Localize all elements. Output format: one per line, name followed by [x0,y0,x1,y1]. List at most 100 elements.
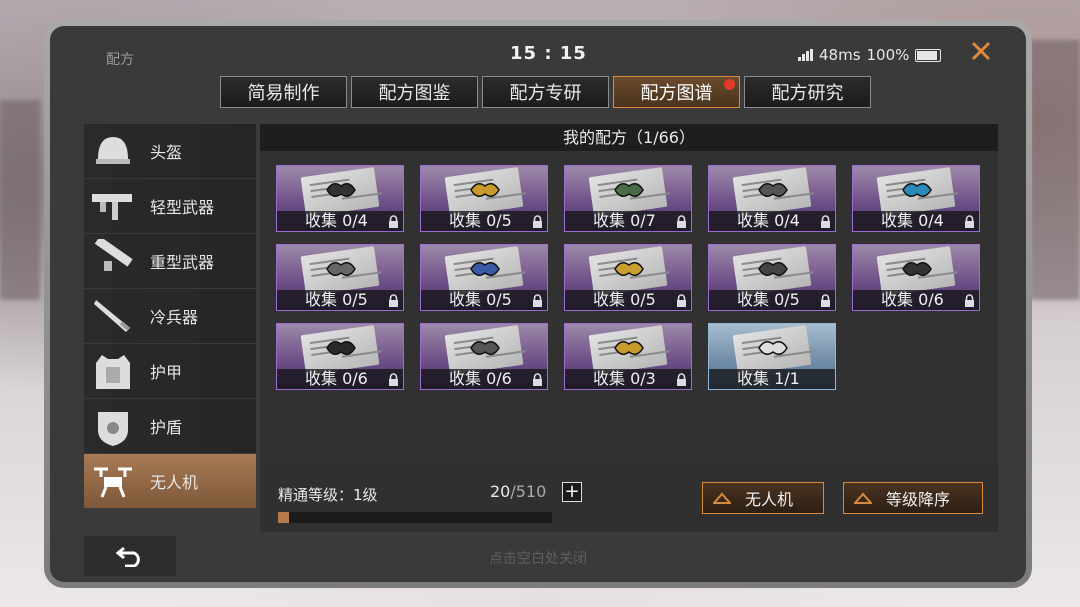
tab-label: 简易制作 [247,83,320,104]
drone-icon [84,458,142,504]
recipe-collect-text: 收集 0/5 [737,290,800,309]
recipe-card-footer: 收集 0/5 [709,290,835,310]
recipe-grid: 收集 0/4 收集 0/5 收集 0/7 收集 0/4 收集 0/4 收集 0/5 收集 0… [276,165,980,390]
recipe-panel: 配方 15 : 15 48ms 100% 简易制作 配方图鉴 配方专研 配方图谱 配方研… [50,26,1026,582]
recipe-card-footer: 收集 0/5 [277,290,403,310]
recipe-card[interactable]: 收集 0/6 [276,323,404,390]
lock-icon [821,294,830,307]
signal-icon [798,49,813,61]
sidebar-item-6[interactable]: 护盾 [84,399,256,453]
recipe-card-footer: 收集 0/7 [565,211,691,231]
mastery-progress-text: 20/510 [490,482,546,501]
sidebar-item-7[interactable]: 无人机 [84,454,256,508]
recipe-card[interactable]: 收集 0/5 [420,165,548,232]
sort-level-button[interactable]: 等级降序 [843,482,983,514]
recipe-card[interactable]: 收集 0/6 [852,244,980,311]
sort-level-label: 等级降序 [886,490,951,509]
recipe-collect-text: 收集 0/7 [593,211,656,230]
tab-label: 配方专研 [509,83,582,104]
filter-drone-label: 无人机 [745,490,794,509]
recipe-collect-text: 收集 0/5 [305,290,368,309]
bottom-bar: 点击空白处关闭 [50,536,1026,582]
recipe-card[interactable]: 收集 0/4 [708,165,836,232]
lock-icon [389,373,398,386]
sidebar-item-label: 护甲 [150,363,183,382]
recipe-card[interactable]: 收集 0/7 [564,165,692,232]
recipe-collect-text: 收集 0/4 [881,211,944,230]
recipe-collect-text: 收集 0/6 [305,369,368,388]
drone-part-icon [758,262,788,276]
drone-part-icon [326,183,356,197]
sidebar-item-1[interactable]: 头盔 [84,124,256,178]
tab-5[interactable]: 配方研究 [744,76,871,108]
smg-icon [84,183,142,229]
recipe-card[interactable]: 收集 0/5 [564,244,692,311]
notification-dot [724,79,735,90]
recipe-card[interactable]: 收集 0/4 [852,165,980,232]
chevron-up-icon [854,492,872,504]
recipe-collect-text: 收集 0/3 [593,369,656,388]
sidebar-item-2[interactable]: 轻型武器 [84,179,256,233]
recipe-card-footer: 收集 0/5 [421,211,547,231]
drone-part-icon [902,262,932,276]
armor-vest-icon [84,348,142,394]
drone-part-icon [758,341,788,355]
drone-part-icon [758,183,788,197]
lock-icon [965,294,974,307]
tab-label: 配方图谱 [640,83,713,104]
recipe-card[interactable]: 收集 1/1 [708,323,836,390]
sidebar-item-4[interactable]: 冷兵器 [84,289,256,343]
drone-part-icon [326,262,356,276]
close-icon [971,41,991,61]
sidebar-item-label: 轻型武器 [150,198,215,217]
recipe-collect-text: 收集 0/4 [737,211,800,230]
recipe-card[interactable]: 收集 0/5 [420,244,548,311]
ping-text: 48ms [819,46,861,64]
recipe-card[interactable]: 收集 0/5 [708,244,836,311]
tablet-frame: 配方 15 : 15 48ms 100% 简易制作 配方图鉴 配方专研 配方图谱 配方研… [44,20,1032,588]
drone-part-icon [326,341,356,355]
recipe-card[interactable]: 收集 0/3 [564,323,692,390]
progress-total: /510 [510,482,547,501]
recipe-card[interactable]: 收集 0/6 [420,323,548,390]
recipe-card[interactable]: 收集 0/5 [276,244,404,311]
recipe-collect-text: 收集 0/6 [881,290,944,309]
recipe-card-footer: 收集 0/4 [277,211,403,231]
close-hint[interactable]: 点击空白处关闭 [50,548,1026,568]
lock-icon [533,215,542,228]
mastery-progress-bar [278,512,552,523]
tab-2[interactable]: 配方图鉴 [351,76,478,108]
lock-icon [533,294,542,307]
sidebar-item-label: 护盾 [150,418,183,437]
lock-icon [389,215,398,228]
close-button[interactable] [966,36,996,66]
recipe-card[interactable]: 收集 0/4 [276,165,404,232]
recipe-collect-text: 收集 0/5 [449,211,512,230]
drone-part-icon [614,262,644,276]
helmet-icon [84,128,142,174]
filter-drone-button[interactable]: 无人机 [702,482,824,514]
recipe-collect-text: 收集 1/1 [737,369,800,388]
mastery-progress-fill [278,512,289,523]
recipe-collect-text: 收集 0/6 [449,369,512,388]
drone-part-icon [470,262,500,276]
recipe-collect-text: 收集 0/5 [593,290,656,309]
sidebar-item-label: 重型武器 [150,253,215,272]
tab-4[interactable]: 配方图谱 [613,76,740,108]
sidebar-item-label: 冷兵器 [150,308,199,327]
sidebar-item-label: 无人机 [150,473,199,492]
mastery-bar: 精通等级：1级 20/510 + 无人机 等级降序 [260,462,998,532]
add-mastery-button[interactable]: + [562,482,582,502]
lock-icon [677,373,686,386]
sidebar-item-5[interactable]: 护甲 [84,344,256,398]
tab-3[interactable]: 配方专研 [482,76,609,108]
tab-1[interactable]: 简易制作 [220,76,347,108]
mastery-level: 精通等级：1级 [278,486,378,504]
progress-current: 20 [490,482,511,501]
drone-part-icon [614,341,644,355]
tab-label: 配方图鉴 [378,83,451,104]
recipe-card-footer: 收集 0/6 [853,290,979,310]
blade-icon [84,293,142,339]
lock-icon [677,215,686,228]
sidebar-item-3[interactable]: 重型武器 [84,234,256,288]
